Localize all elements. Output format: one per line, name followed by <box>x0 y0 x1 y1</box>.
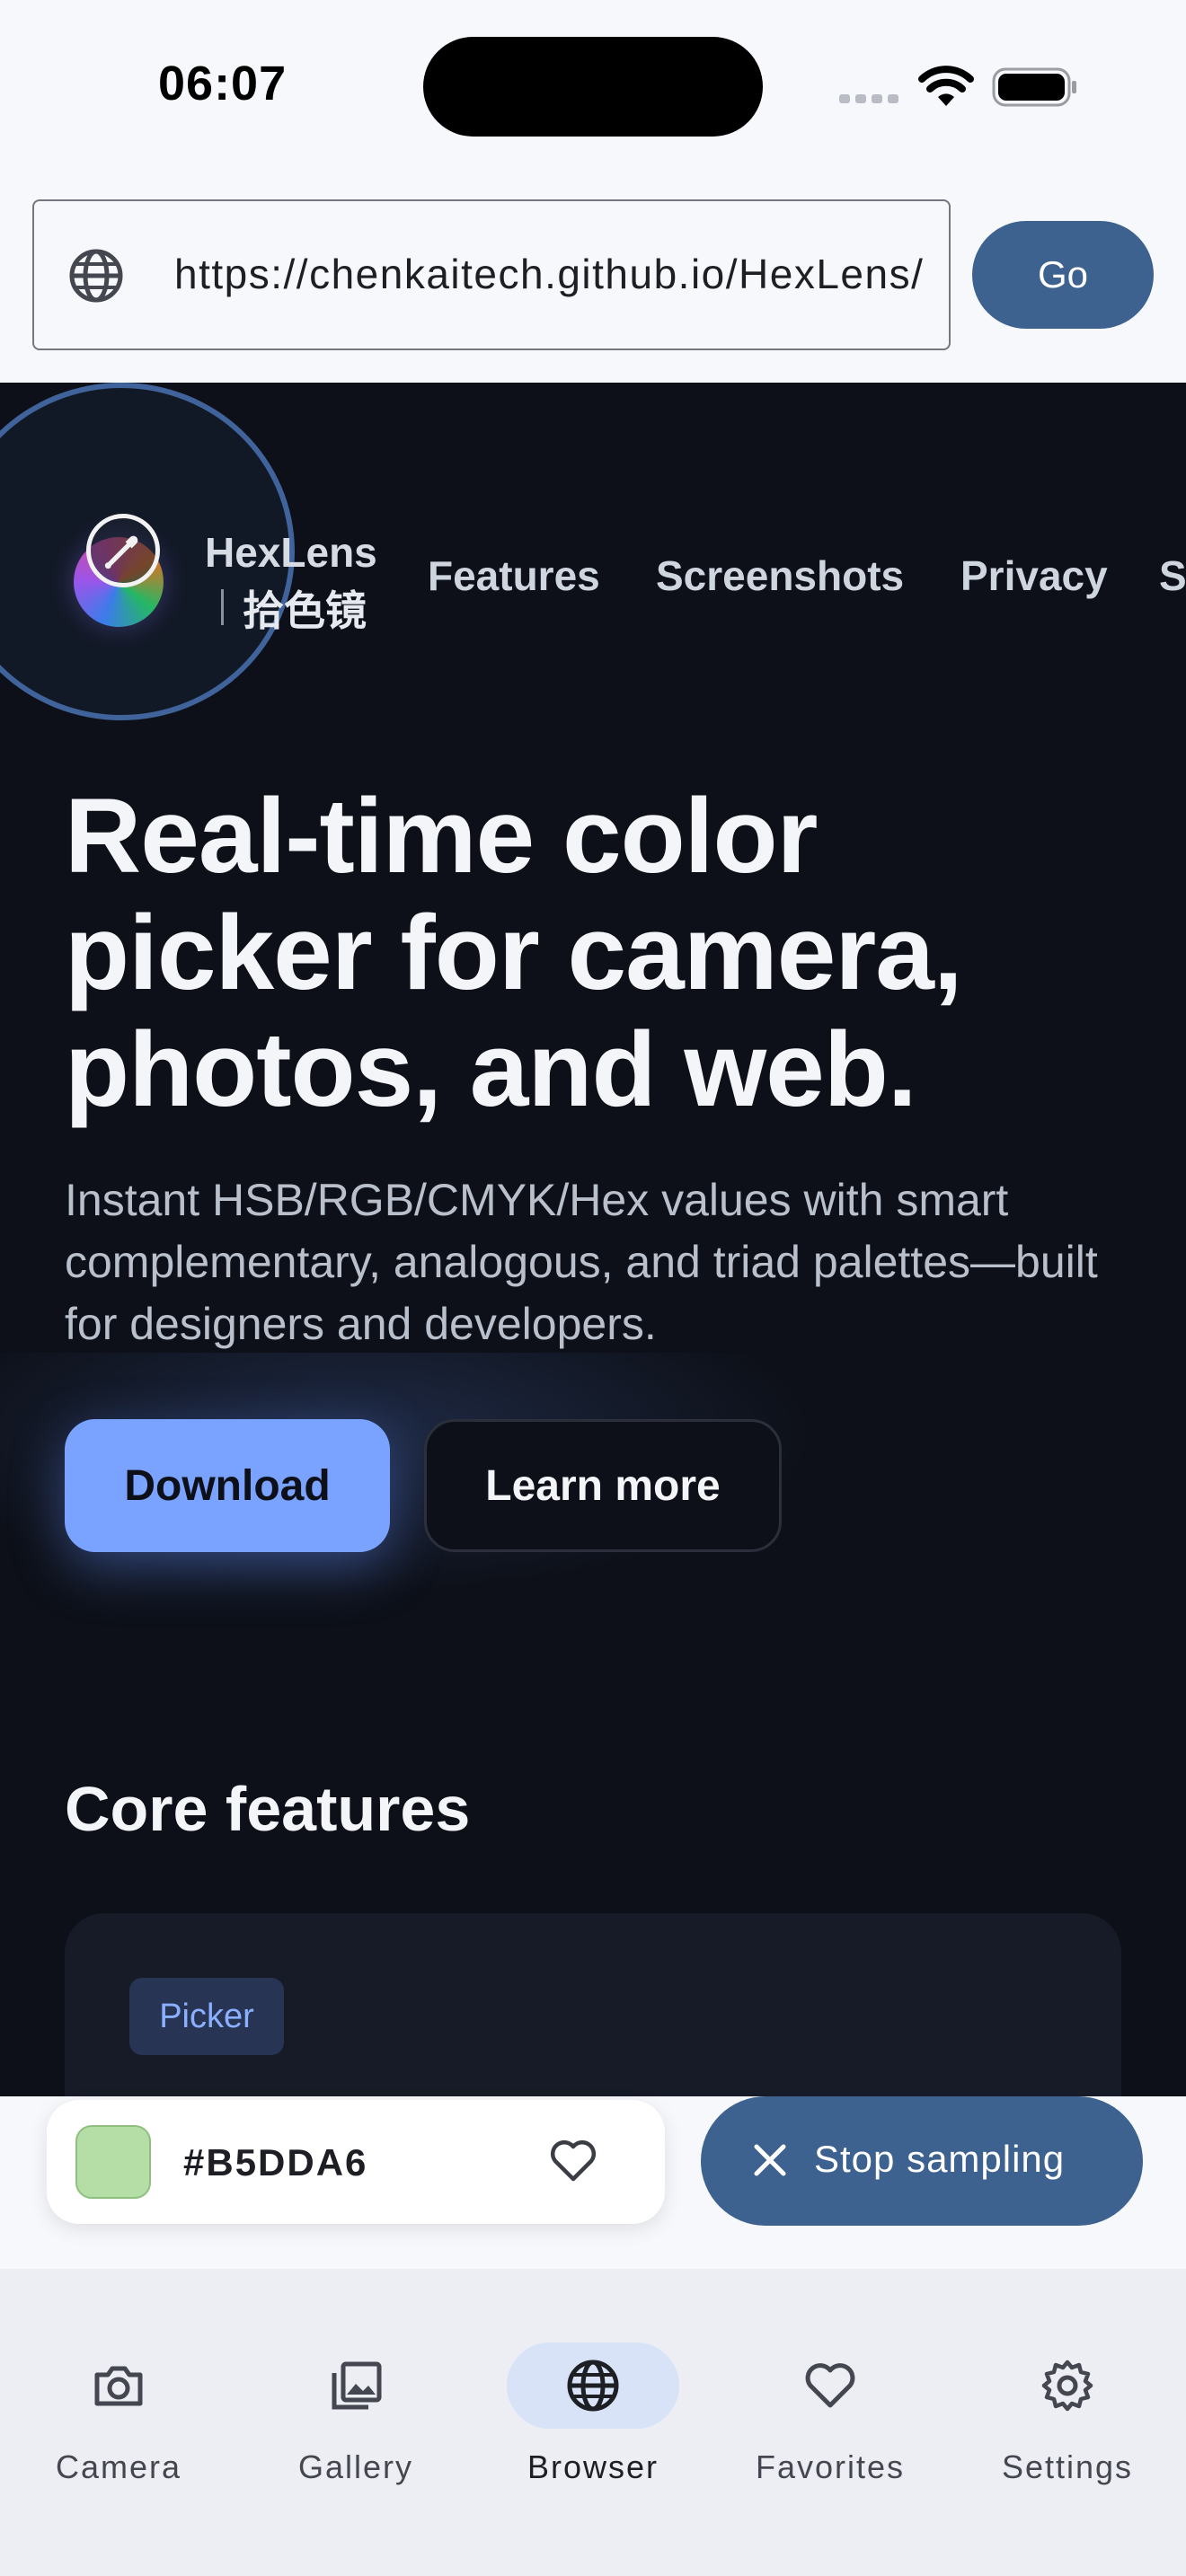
core-features-heading: Core features <box>65 1774 471 1844</box>
close-icon <box>754 2144 786 2176</box>
brand-name[interactable]: HexLens <box>205 528 377 577</box>
tab-favorites-label: Favorites <box>755 2448 906 2485</box>
status-bar: 06:07 <box>0 0 1186 180</box>
tab-camera[interactable]: Camera <box>0 2305 237 2485</box>
camera-icon <box>94 2366 143 2406</box>
tab-settings-label: Settings <box>1001 2448 1134 2485</box>
download-button[interactable]: Download <box>65 1419 390 1552</box>
feature-tag: Picker <box>129 1978 284 2055</box>
wifi-icon <box>918 66 974 106</box>
globe-icon <box>69 249 123 303</box>
tab-gallery[interactable]: Gallery <box>237 2305 474 2485</box>
tab-camera-label: Camera <box>55 2448 182 2485</box>
heart-icon[interactable] <box>546 2134 600 2188</box>
nav-screenshots[interactable]: Screenshots <box>656 551 904 600</box>
stop-sampling-label: Stop sampling <box>814 2138 1066 2180</box>
sampled-color-card[interactable]: #B5DDA6 <box>47 2100 665 2224</box>
learn-more-button[interactable]: Learn more <box>424 1419 782 1552</box>
nav-features[interactable]: Features <box>428 551 600 600</box>
tab-browser[interactable]: Browser <box>474 2305 712 2485</box>
color-swatch <box>75 2125 151 2199</box>
tab-gallery-label: Gallery <box>297 2448 414 2485</box>
nav-privacy[interactable]: Privacy <box>960 551 1108 600</box>
brand-name-chinese[interactable]: 拾色镜 <box>221 578 367 638</box>
feature-card: Picker <box>65 1913 1121 2096</box>
url-text: https://chenkaitech.github.io/HexLens/ <box>174 251 925 297</box>
battery-icon <box>992 67 1076 107</box>
nav-support-partial[interactable]: S <box>1159 551 1186 600</box>
tab-favorites[interactable]: Favorites <box>712 2305 949 2485</box>
dynamic-island <box>423 37 763 137</box>
hero-title: Real-time color picker for camera, photo… <box>65 777 963 1129</box>
hex-value: #B5DDA6 <box>183 2141 368 2183</box>
eyedropper-icon <box>86 514 160 587</box>
bottom-navigation: Camera Gallery Browser Favorites Setting… <box>0 2269 1186 2576</box>
gallery-icon <box>332 2361 382 2410</box>
sampling-bar: #B5DDA6 Stop sampling <box>0 2096 1186 2269</box>
url-bar: https://chenkaitech.github.io/HexLens/ G… <box>0 180 1186 383</box>
go-button[interactable]: Go <box>972 221 1154 329</box>
heart-icon <box>805 2363 855 2408</box>
gear-icon <box>1041 2360 1093 2412</box>
globe-icon <box>567 2360 619 2412</box>
url-input[interactable]: https://chenkaitech.github.io/HexLens/ <box>32 199 951 350</box>
tab-browser-label: Browser <box>527 2448 659 2485</box>
web-content[interactable]: HexLens 拾色镜 Features Screenshots Privacy… <box>0 383 1186 2096</box>
cellular-signal-icon <box>839 92 904 108</box>
stop-sampling-button[interactable]: Stop sampling <box>701 2096 1143 2226</box>
tab-settings[interactable]: Settings <box>949 2305 1186 2485</box>
status-time: 06:07 <box>158 57 288 110</box>
hero-subtitle: Instant HSB/RGB/CMYK/Hex values with sma… <box>65 1175 1098 1349</box>
